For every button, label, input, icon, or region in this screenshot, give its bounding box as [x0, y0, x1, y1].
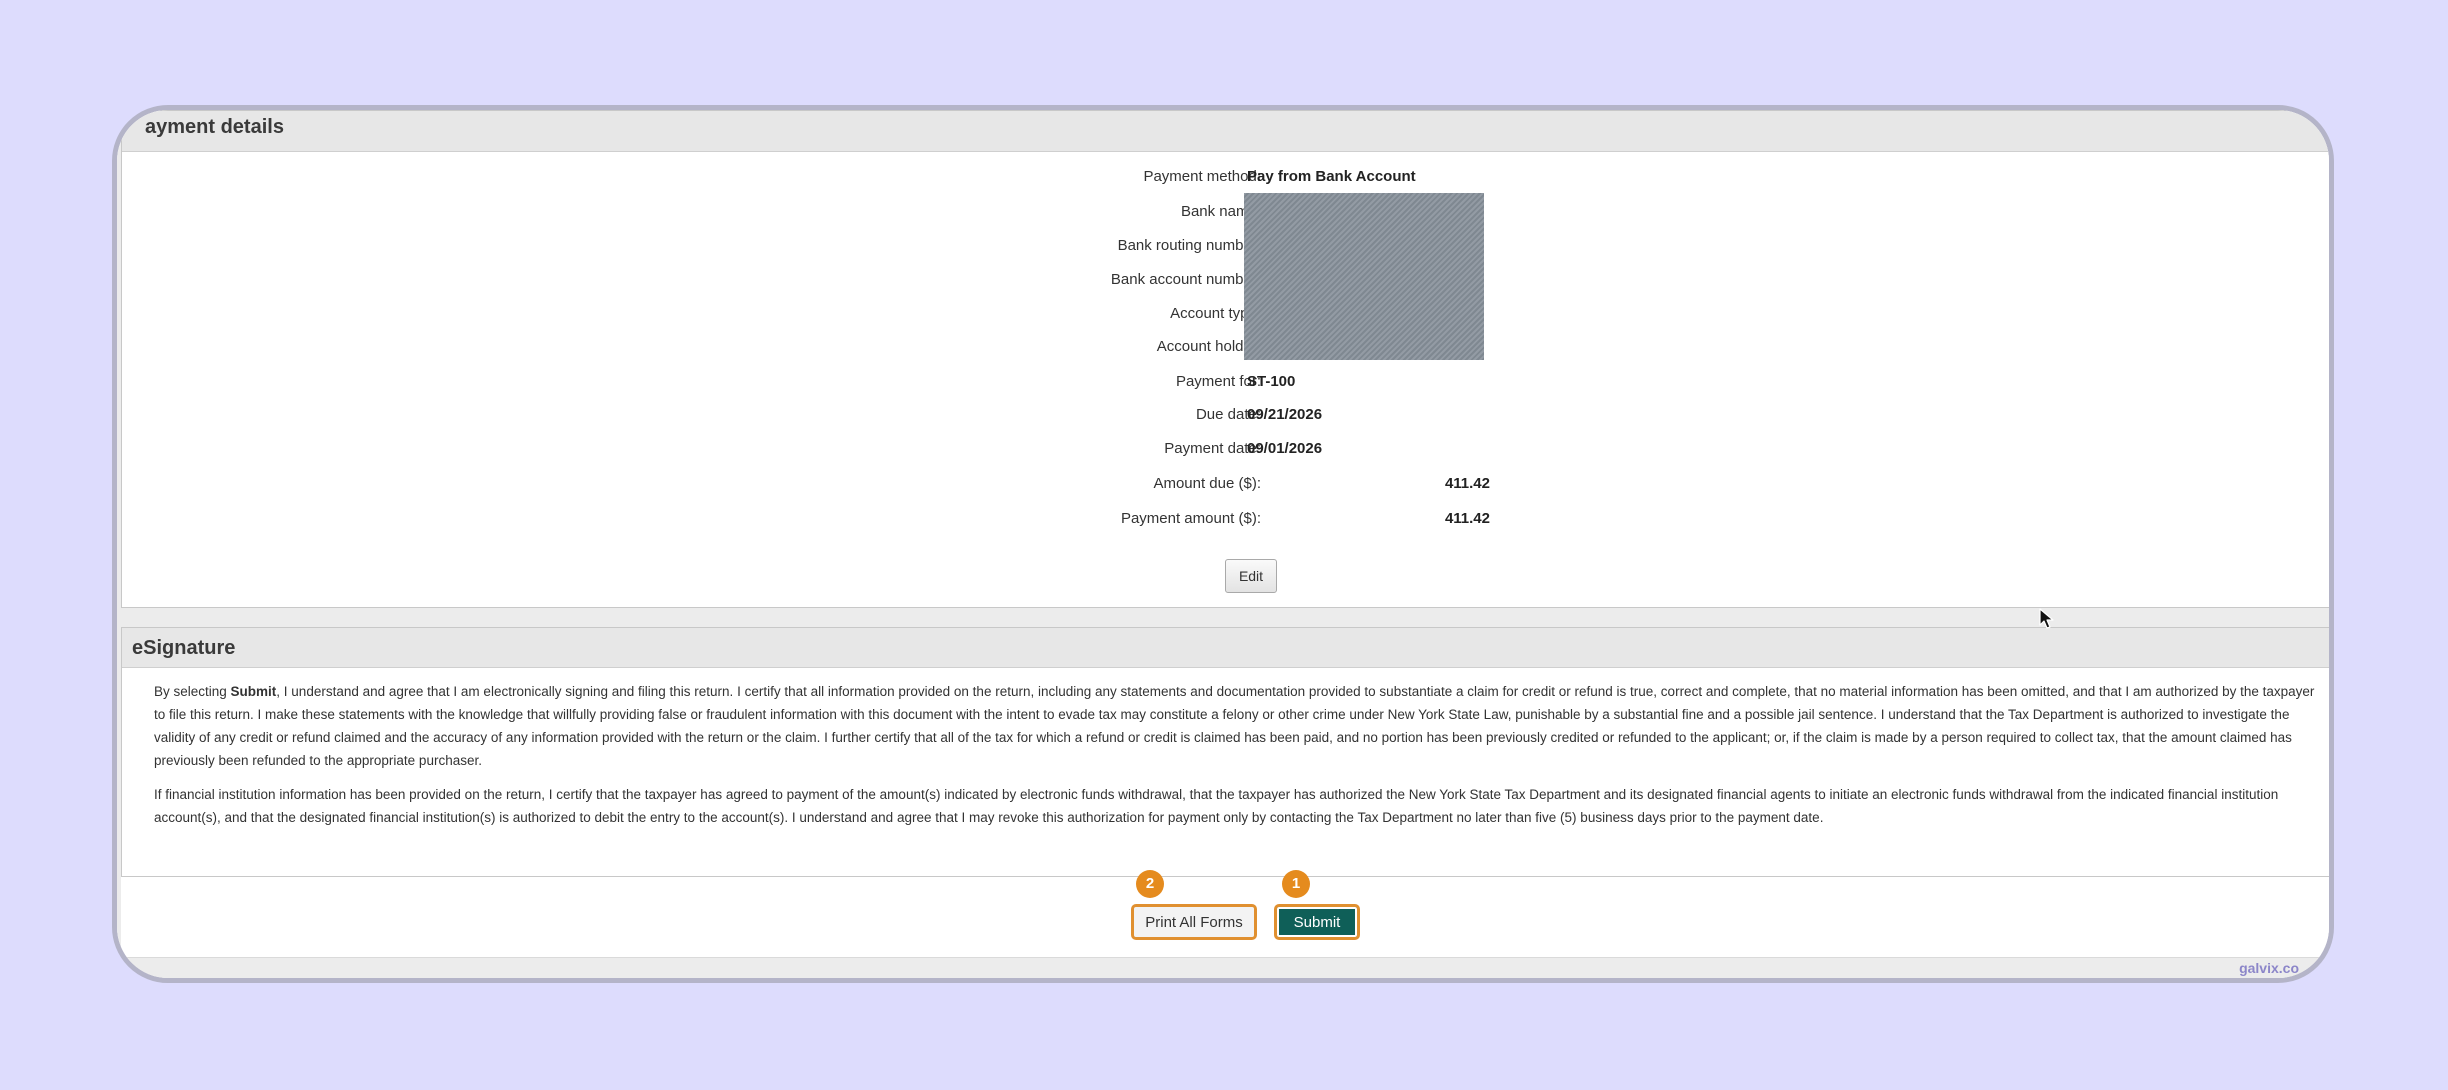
detail-row-amount-due: Amount due ($): 411.42 [122, 475, 2329, 505]
esignature-header: eSignature [122, 628, 2329, 668]
paragraph-text: , I understand and agree that I am elect… [154, 684, 2315, 768]
detail-value: 09/01/2026 [1247, 440, 1323, 457]
esignature-panel: eSignature By selecting Submit, I unders… [121, 627, 2329, 877]
esignature-paragraph-2: If financial institution information has… [154, 787, 2279, 825]
browser-viewport: ayment details Payment method: Pay from … [117, 110, 2329, 978]
detail-row-bank-routing-number: Bank routing number: [122, 237, 2329, 267]
detail-row-payment-date: Payment date: 09/01/2026 [122, 440, 2329, 470]
esignature-paragraph-1: By selecting Submit, I understand and ag… [154, 680, 2326, 772]
print-all-forms-button[interactable]: Print All Forms [1131, 904, 1257, 940]
step-badge-2: 2 [1136, 870, 1164, 898]
detail-label: Bank routing number: [1117, 237, 1261, 254]
detail-row-payment-for: Payment for: ST-100 [122, 373, 2329, 403]
detail-label: Bank account number: [1110, 271, 1261, 288]
detail-row-payment-amount: Payment amount ($): 411.42 [122, 510, 2329, 540]
submit-keyword: Submit [230, 684, 277, 699]
detail-row-due-date: Due date: 09/21/2026 [122, 406, 2329, 436]
esignature-body: By selecting Submit, I understand and ag… [122, 668, 2329, 829]
detail-label: Amount due ($): [1153, 475, 1261, 492]
paragraph-text: By selecting [154, 684, 231, 699]
detail-row-account-holder: Account holder: [122, 338, 2329, 368]
detail-row-payment-method: Payment method: Pay from Bank Account [122, 168, 2329, 198]
screenshot-frame: ayment details Payment method: Pay from … [112, 105, 2334, 983]
detail-row-bank-name: Bank name: [122, 203, 2329, 233]
payment-details-header: ayment details [122, 111, 2329, 152]
detail-row-account-type: Account type: [122, 305, 2329, 335]
submit-button[interactable]: Submit [1274, 904, 1360, 940]
detail-label: Payment method: [1143, 168, 1261, 185]
detail-value: 09/21/2026 [1247, 406, 1323, 423]
detail-value: Pay from Bank Account [1247, 168, 1416, 185]
edit-button[interactable]: Edit [1225, 559, 1277, 593]
redacted-bank-info [1244, 193, 1484, 360]
detail-value: 411.42 [1444, 510, 1490, 527]
payment-details-panel: ayment details Payment method: Pay from … [121, 110, 2329, 608]
detail-row-bank-account-number: Bank account number: [122, 271, 2329, 301]
footer-strip [117, 957, 2329, 978]
detail-value: ST-100 [1247, 373, 1296, 390]
mouse-cursor-icon [2039, 608, 2054, 629]
watermark-logo: galvix.co [2239, 960, 2299, 976]
step-badge-1: 1 [1282, 870, 1310, 898]
detail-value: 411.42 [1444, 475, 1490, 492]
action-bar: 2 1 Print All Forms Submit [121, 870, 2329, 957]
detail-label: Payment amount ($): [1120, 510, 1261, 527]
